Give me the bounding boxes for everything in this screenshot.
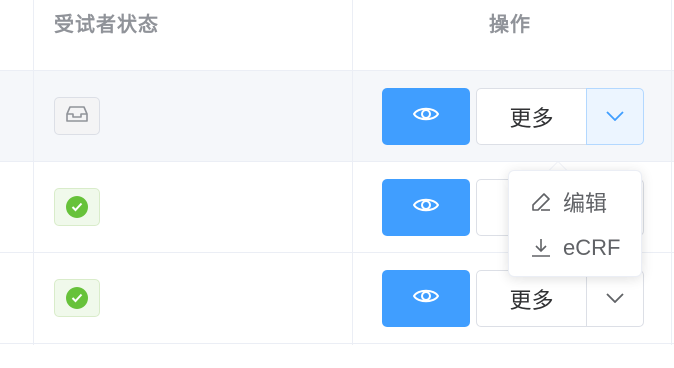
more-dropdown-toggle[interactable]: [586, 270, 644, 327]
inbox-icon: [66, 105, 88, 128]
table-header: 受试者状态 操作: [0, 0, 674, 71]
check-circle-icon: [66, 196, 88, 218]
menu-item-ecrf[interactable]: eCRF: [509, 225, 643, 271]
more-dropdown-toggle[interactable]: [586, 88, 644, 145]
table-row: 更多: [0, 71, 674, 162]
eye-icon: [412, 105, 440, 128]
more-split-button: 更多: [476, 88, 644, 145]
view-button[interactable]: [382, 179, 470, 236]
menu-item-edit[interactable]: 编辑: [509, 179, 643, 225]
menu-item-label: 编辑: [563, 191, 608, 216]
more-button[interactable]: 更多: [476, 88, 587, 145]
download-icon: [529, 236, 553, 260]
view-button[interactable]: [382, 88, 470, 145]
status-badge: [54, 97, 100, 135]
view-button[interactable]: [382, 270, 470, 327]
column-header-actions: 操作: [489, 14, 531, 36]
status-badge: [54, 188, 100, 226]
edit-icon: [529, 190, 553, 214]
column-header-subject-status: 受试者状态: [54, 14, 159, 36]
status-badge: [54, 279, 100, 317]
more-split-button: 更多: [476, 270, 644, 327]
more-dropdown-menu: 编辑 eCRF: [508, 170, 642, 277]
column-divider: [33, 0, 34, 345]
chevron-down-icon: [606, 290, 624, 308]
more-button[interactable]: 更多: [476, 270, 587, 327]
chevron-down-icon: [606, 108, 624, 126]
eye-icon: [412, 287, 440, 310]
eye-icon: [412, 196, 440, 219]
check-circle-icon: [66, 287, 88, 309]
menu-item-label: eCRF: [563, 235, 621, 260]
column-divider: [671, 0, 672, 345]
column-divider: [352, 0, 353, 345]
